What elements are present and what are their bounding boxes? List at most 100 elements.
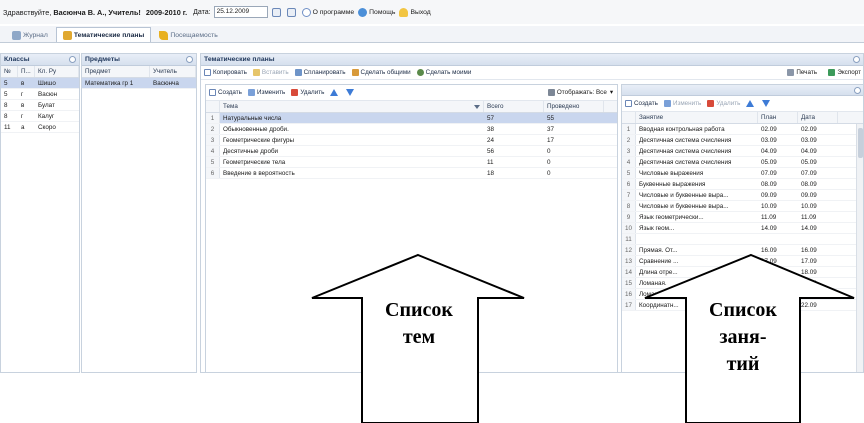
exit-button[interactable]: Выход	[399, 7, 431, 17]
table-cell: Натуральные числа	[223, 114, 282, 122]
table-row[interactable]: 12 Прямая. От... 16.09 16.09	[622, 245, 863, 256]
column-header-total[interactable]: Всего	[484, 101, 544, 112]
delete-topic-button[interactable]: Удалить	[291, 89, 324, 96]
show-filter-dropdown[interactable]: Отображать: Все ▾	[547, 89, 613, 96]
move-down-button[interactable]	[346, 89, 356, 96]
make-common-button[interactable]: Сделать общими	[351, 69, 411, 76]
table-cell: Числовые и буквенные выра...	[639, 202, 729, 210]
column-header[interactable]: Кл. Ру	[35, 66, 79, 77]
table-row[interactable]: 4 Десятичная система счисления 05.09 05.09	[622, 157, 863, 168]
table-row[interactable]: 4 Десятичные дроби 56 0	[206, 146, 617, 157]
create-icon	[209, 89, 216, 96]
tab-attendance[interactable]: Посещаемость	[152, 27, 225, 42]
calendar-button[interactable]	[271, 7, 283, 17]
lessons-scrollbar[interactable]	[856, 124, 863, 372]
table-row[interactable]: 3 Геометрические фигуры 24 17	[206, 135, 617, 146]
table-cell: 14.09	[801, 224, 817, 232]
delete-lesson-button[interactable]: Удалить	[707, 100, 740, 107]
collapse-subjects-button[interactable]	[186, 56, 193, 63]
table-row[interactable]: 11	[622, 234, 863, 245]
move-down-button[interactable]	[762, 100, 772, 107]
column-header[interactable]: №	[1, 66, 18, 77]
table-row[interactable]: 3 Десятичная система счисления 04.09 04.09	[622, 146, 863, 157]
table-row[interactable]: 8 Числовые и буквенные выра... 10.09 10.09	[622, 201, 863, 212]
table-row[interactable]: 6 Введение в вероятность 18 0	[206, 168, 617, 179]
table-cell: 16.09	[801, 246, 817, 254]
edit-icon	[663, 100, 671, 107]
collapse-plans-button[interactable]	[853, 56, 860, 63]
table-row[interactable]: 13 Сравнение ... 17.09 17.09	[622, 256, 863, 267]
table-row[interactable]: 8 г Калуг	[1, 111, 79, 122]
column-header-done[interactable]: Проведено	[544, 101, 604, 112]
share-icon	[351, 69, 359, 76]
scrollbar-thumb[interactable]	[858, 128, 863, 158]
move-up-button[interactable]	[330, 89, 340, 96]
edit-lesson-button[interactable]: Изменить	[663, 100, 701, 107]
table-row[interactable]: 1 Вводная контрольная работа 02.09 02.09	[622, 124, 863, 135]
table-row[interactable]: 11 а Скоро	[1, 122, 79, 133]
table-cell: 17.09	[801, 257, 817, 265]
table-cell: 18.09	[801, 268, 817, 276]
thematic-plans-header: Тематические планы	[201, 54, 863, 66]
edit-topic-button[interactable]: Изменить	[247, 89, 285, 96]
chevron-down-icon: ▾	[609, 89, 613, 96]
table-cell: 22.09	[801, 301, 817, 309]
column-header[interactable]: Предмет	[82, 66, 150, 77]
table-cell: 14.09	[761, 224, 777, 232]
table-cell: Числовые и буквенные выра...	[639, 191, 729, 199]
plan-button[interactable]: Спланировать	[294, 69, 346, 76]
table-row[interactable]: 5 Геометрические тела 11 0	[206, 157, 617, 168]
table-cell: 04.09	[761, 147, 777, 155]
make-mine-button[interactable]: Сделать моими	[416, 69, 471, 76]
print-button[interactable]: Печать	[787, 69, 817, 76]
column-header-topic[interactable]: Тема	[220, 101, 484, 112]
table-row[interactable]: 7 Числовые и буквенные выра... 09.09 09.09	[622, 190, 863, 201]
lessons-grid-header: Занятие План Дата	[622, 112, 863, 124]
column-header-plan[interactable]: План	[758, 112, 798, 123]
table-cell: 9	[622, 212, 636, 222]
column-header-lesson[interactable]: Занятие	[636, 112, 758, 123]
create-topic-button[interactable]: Создать	[209, 89, 242, 96]
help-button[interactable]: Помощь	[358, 7, 395, 17]
subjects-grid-header: Предмет Учитель	[82, 66, 196, 78]
column-header[interactable]: Учитель	[150, 66, 196, 77]
collapse-classes-button[interactable]	[69, 56, 76, 63]
table-cell: Ломаная.	[639, 279, 667, 287]
collapse-lessons-button[interactable]	[854, 87, 861, 94]
paste-button[interactable]: Вставить	[252, 69, 289, 76]
table-row[interactable]: 2 Обыкновенные дроби. 38 37	[206, 124, 617, 135]
table-cell: 2	[206, 124, 220, 134]
table-row[interactable]: 6 Буквенные выражения 08.09 08.09	[622, 179, 863, 190]
tab-journal[interactable]: Журнал	[5, 27, 55, 42]
tab-thematic-plans[interactable]: Тематические планы	[55, 27, 152, 42]
column-header[interactable]: П...	[18, 66, 35, 77]
column-header-date[interactable]: Дата	[798, 112, 838, 123]
copy-button[interactable]: Копировать	[204, 69, 247, 76]
table-row[interactable]: 2 Десятичная система счисления 03.09 03.09	[622, 135, 863, 146]
lessons-callout-text: Список заня- тий	[709, 299, 777, 375]
table-row[interactable]: 10 Язык геом... 14.09 14.09	[622, 223, 863, 234]
lessons-grid-body: 1 Вводная контрольная работа 02.09 02.09 2 Де…	[622, 124, 863, 311]
table-row[interactable]: 5 г Васюн	[1, 89, 79, 100]
create-lesson-button[interactable]: Создать	[625, 100, 658, 107]
topics-callout-text: Список тем	[385, 299, 453, 348]
table-row[interactable]: 5 Числовые выражения 07.09 07.09	[622, 168, 863, 179]
table-cell: Скоро	[38, 123, 56, 131]
move-up-button[interactable]	[746, 100, 756, 107]
table-row[interactable]: 14 Длина отре... 18.09 18.09	[622, 267, 863, 278]
table-cell: 21.09	[801, 290, 817, 298]
table-row[interactable]: 9 Язык геометрически... 11.09 11.09	[622, 212, 863, 223]
table-cell: Булат	[38, 101, 55, 109]
table-cell: Десятичная система счисления	[639, 147, 732, 155]
table-row[interactable]: 5 в Шишо	[1, 78, 79, 89]
export-button[interactable]: Экспорт	[828, 69, 861, 76]
table-cell: Сравнение ...	[639, 257, 679, 265]
table-cell: Введение в вероятность	[223, 169, 295, 177]
date-input[interactable]: 25.12.2009	[213, 6, 268, 18]
table-row[interactable]: 8 в Булат	[1, 100, 79, 111]
table-row[interactable]: 15 Ломаная. 19.09 19.09	[622, 278, 863, 289]
table-row[interactable]: Математика гр 1 Васюнча	[82, 78, 196, 89]
table-row[interactable]: 1 Натуральные числа 57 55	[206, 113, 617, 124]
calendar-today-button[interactable]	[286, 7, 298, 17]
about-button[interactable]: О программе	[301, 7, 354, 17]
